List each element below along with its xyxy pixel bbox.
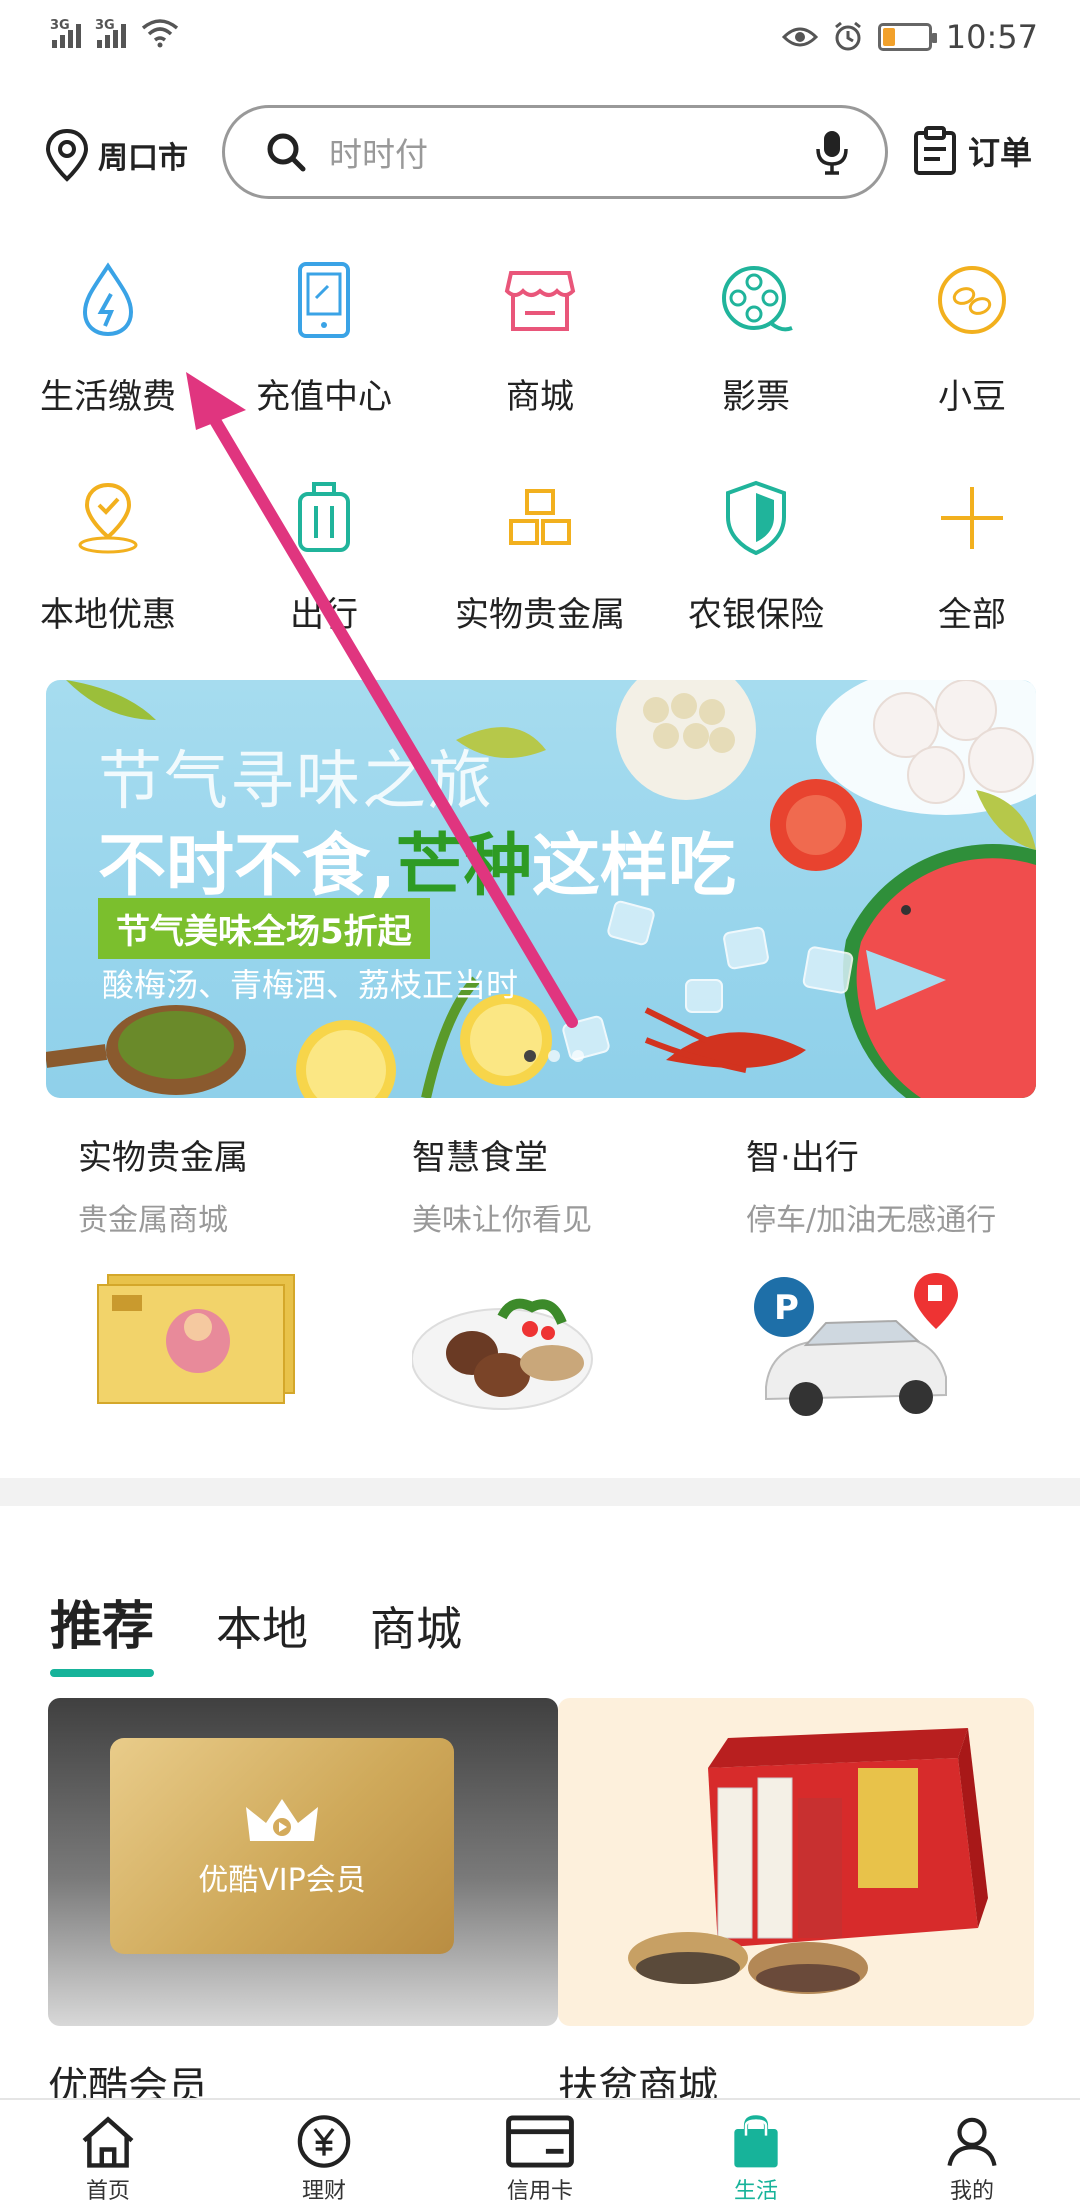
svg-text:P: P <box>774 1288 799 1328</box>
location-label: 周口市 <box>98 141 188 176</box>
service-label: 农银保险 <box>688 595 824 635</box>
tab-mall[interactable]: 商城 <box>370 1593 462 1677</box>
card-youku-vip[interactable]: 优酷VIP会员 优酷会员 <box>48 1698 558 2112</box>
battery-icon <box>877 23 937 51</box>
nav-life[interactable]: 生活 <box>648 2100 864 2205</box>
nav-label: 信用卡 <box>506 2179 573 2204</box>
food-plate-image <box>411 1267 642 1427</box>
service-label: 小豆 <box>938 377 1006 417</box>
promo-banner[interactable]: 节气寻味之旅 不时不食,芒种这样吃 节气美味全场5折起 酸梅汤、青梅酒、荔枝正当… <box>46 680 1036 1098</box>
feature-row: 实物贵金属 贵金属商城 智慧食堂 美味让你看见 智·出行 停车/加油无感通行 P <box>0 1130 1080 1430</box>
service-label: 本地优惠 <box>40 595 176 635</box>
search-bar[interactable]: 时时付 <box>222 105 888 199</box>
feature-subtitle: 美味让你看见 <box>412 1203 592 1238</box>
film-reel-icon <box>722 266 793 332</box>
phone-icon <box>298 262 350 338</box>
plus-icon <box>941 487 1003 549</box>
tab-local[interactable]: 本地 <box>216 1593 308 1677</box>
search-input[interactable]: 时时付 <box>329 128 815 176</box>
feature-precious-metals[interactable]: 实物贵金属 贵金属商城 <box>0 1130 334 1430</box>
service-all[interactable]: 全部 <box>864 473 1080 691</box>
service-beans[interactable]: 小豆 <box>864 255 1080 473</box>
service-grid: 生活缴费 充值中心 商城 影票 小豆 本地优惠 出行 实物贵金属 农银保险 全部 <box>0 255 1080 691</box>
orders-button[interactable]: 订单 <box>912 125 1032 177</box>
nav-label: 首页 <box>85 2179 130 2204</box>
clock: 10:57 <box>945 18 1038 56</box>
water-drop-icon <box>82 262 134 337</box>
yuan-icon <box>297 2115 351 2168</box>
gold-bar-image <box>78 1267 308 1427</box>
location-pin-icon <box>45 128 89 182</box>
eye-icon <box>781 27 818 47</box>
home-icon <box>82 2116 134 2168</box>
service-label: 生活缴费 <box>40 377 176 417</box>
gold-bars-icon <box>509 489 571 545</box>
service-label: 充值中心 <box>256 377 392 417</box>
card-icon <box>506 2115 574 2168</box>
search-icon <box>267 133 306 172</box>
service-label: 全部 <box>938 595 1006 635</box>
shield-icon <box>726 480 786 556</box>
banner-discount-tag: 节气美味全场5折起 <box>98 898 430 959</box>
nav-home[interactable]: 首页 <box>0 2100 216 2205</box>
feature-title: 智慧食堂 <box>412 1138 548 1178</box>
service-life-payment[interactable]: 生活缴费 <box>0 255 216 473</box>
nav-label: 生活 <box>733 2179 778 2204</box>
service-label: 商城 <box>506 377 574 417</box>
feature-smart-canteen[interactable]: 智慧食堂 美味让你看见 <box>334 1130 668 1430</box>
car-parking-image: P <box>746 1267 976 1427</box>
card-poverty-mall[interactable]: 扶贫商城 <box>558 1698 1034 2112</box>
feature-subtitle: 贵金属商城 <box>78 1203 228 1238</box>
service-recharge[interactable]: 充值中心 <box>216 255 432 473</box>
orders-label: 订单 <box>968 134 1033 172</box>
banner-subtitle: 酸梅汤、青梅酒、荔枝正当时 <box>102 966 519 1004</box>
nav-label: 理财 <box>301 2179 346 2204</box>
status-bar: 3G 3G 10:57 <box>0 0 1080 80</box>
service-label: 影票 <box>722 377 790 417</box>
banner-title: 节气寻味之旅 <box>98 745 494 819</box>
service-travel[interactable]: 出行 <box>216 473 432 691</box>
nav-profile[interactable]: 我的 <box>864 2100 1080 2205</box>
carousel-indicator <box>524 1050 584 1062</box>
service-mall[interactable]: 商城 <box>432 255 648 473</box>
microphone-icon[interactable] <box>815 129 849 175</box>
feature-subtitle: 停车/加油无感通行 <box>746 1203 997 1238</box>
signal-icon: 3G <box>50 18 81 48</box>
user-icon <box>947 2117 997 2167</box>
service-movie-tickets[interactable]: 影票 <box>648 255 864 473</box>
service-insurance[interactable]: 农银保险 <box>648 473 864 691</box>
shopping-bag-icon <box>734 2115 778 2168</box>
feature-smart-travel[interactable]: 智·出行 停车/加油无感通行 P <box>668 1130 1002 1430</box>
wifi-icon <box>141 19 179 48</box>
clipboard-icon <box>914 126 956 175</box>
banner-headline: 不时不食,芒种这样吃 <box>98 827 736 906</box>
alarm-icon <box>834 21 861 51</box>
tab-recommended[interactable]: 推荐 <box>50 1584 155 1677</box>
bottom-navigation: 首页 理财 信用卡 生活 我的 <box>0 2098 1080 2205</box>
section-divider <box>0 1478 1080 1506</box>
service-label: 出行 <box>290 595 358 635</box>
youku-vip-image: 优酷VIP会员 <box>48 1698 558 2026</box>
location-selector[interactable]: 周口市 <box>42 127 188 183</box>
nav-label: 我的 <box>949 2179 994 2204</box>
service-local-deals[interactable]: 本地优惠 <box>0 473 216 691</box>
service-precious-metals[interactable]: 实物贵金属 <box>432 473 648 691</box>
beans-icon <box>938 266 1006 334</box>
nav-credit-card[interactable]: 信用卡 <box>432 2100 648 2205</box>
nav-finance[interactable]: 理财 <box>216 2100 432 2205</box>
store-icon <box>504 271 576 331</box>
crown-icon <box>246 1799 318 1841</box>
luggage-icon <box>298 482 350 552</box>
gift-box-image <box>558 1698 1034 2026</box>
location-check-icon <box>78 482 138 554</box>
vip-card-text: 优酷VIP会员 <box>198 1863 366 1898</box>
service-label: 实物贵金属 <box>455 595 625 635</box>
signal-icon: 3G <box>95 18 126 48</box>
top-header: 周口市 时时付 订单 <box>0 105 1080 205</box>
feature-title: 实物贵金属 <box>78 1138 248 1178</box>
feature-title: 智·出行 <box>746 1138 859 1178</box>
content-tabs: 推荐 本地 商城 <box>50 1584 462 1677</box>
